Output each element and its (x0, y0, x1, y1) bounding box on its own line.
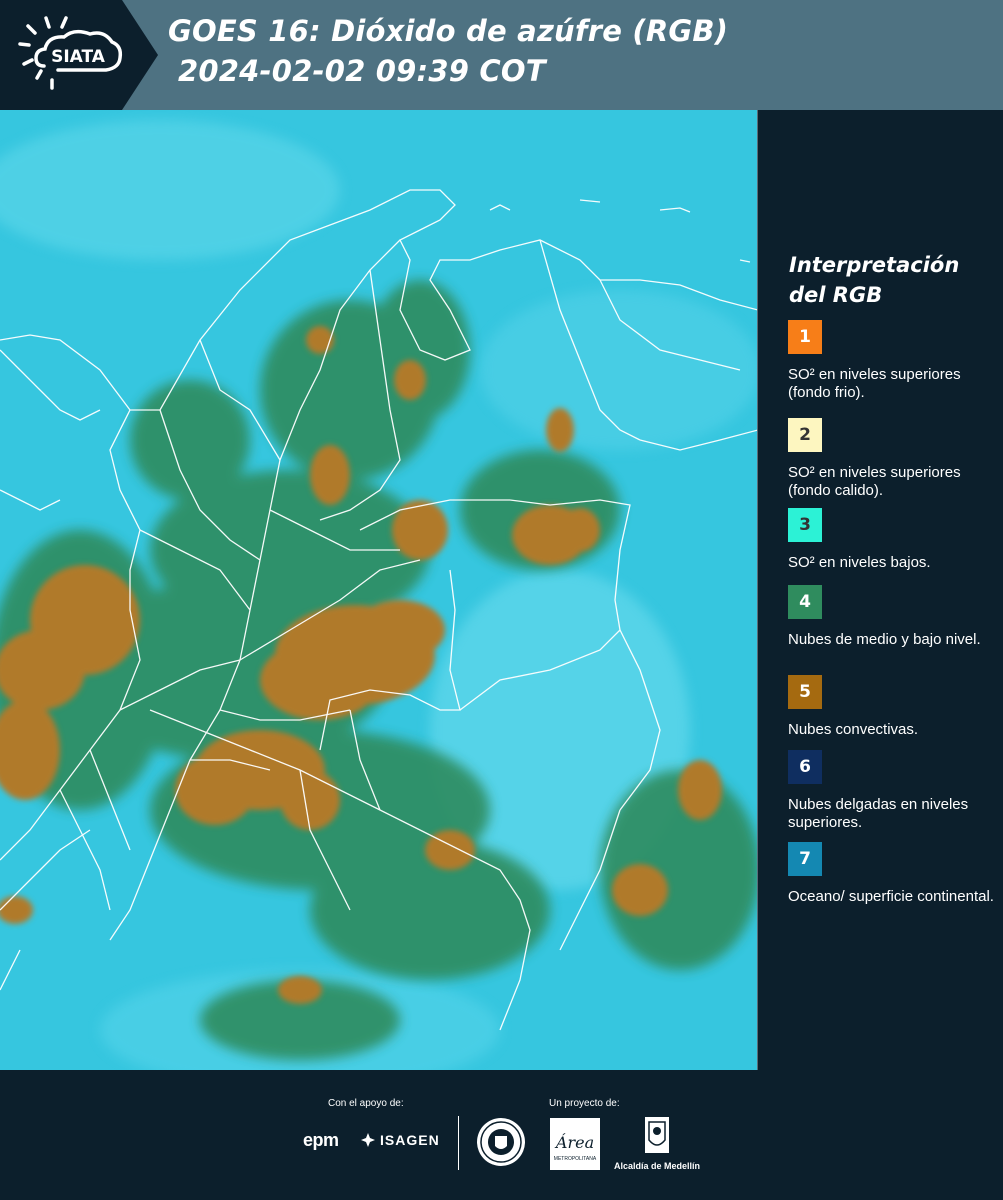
legend-swatch-6: 6 (788, 750, 822, 784)
medellin-text: Alcaldía de Medellín (613, 1161, 701, 1171)
legend-swatch-2: 2 (788, 418, 822, 452)
university-seal-icon (477, 1118, 525, 1166)
legend-item-4: 4 Nubes de medio y bajo nivel. (788, 585, 998, 667)
area-text: Área (554, 1132, 594, 1152)
logo-text: SIATA (51, 47, 106, 67)
satellite-map (0, 110, 758, 1070)
legend-swatch-4: 4 (788, 585, 822, 619)
epm-logo: epm (303, 1130, 339, 1150)
legend-swatch-7: 7 (788, 842, 822, 876)
header: SIATA GOES 16: Dióxido de azúfre (RGB) 2… (0, 0, 1003, 110)
isagen-logo: ISAGEN (360, 1132, 440, 1148)
footer-divider (458, 1116, 459, 1170)
legend-panel: Interpretación del RGB 1 SO² en niveles … (760, 110, 1003, 1070)
legend-swatch-5: 5 (788, 675, 822, 709)
legend-title: Interpretación del RGB (789, 253, 960, 307)
legend-swatch-3: 3 (788, 508, 822, 542)
legend-label-2: SO² en niveles superiores (fondo calido)… (788, 464, 961, 499)
isagen-text: ISAGEN (380, 1132, 440, 1148)
legend-label-1: SO² en niveles superiores (fondo frio). (788, 366, 961, 401)
legend-label-7: Oceano/ superficie continental. (788, 888, 994, 905)
legend-item-5: 5 Nubes convectivas. (788, 675, 998, 757)
legend-label-4: Nubes de medio y bajo nivel. (788, 631, 981, 648)
siata-logo: SIATA (0, 0, 158, 110)
page-title: GOES 16: Dióxido de azúfre (RGB) (168, 14, 729, 48)
legend-item-1: 1 SO² en niveles superiores (fondo frio)… (788, 320, 998, 402)
legend-item-3: 3 SO² en niveles bajos. (788, 508, 998, 590)
legend-label-6: Nubes delgadas en niveles superiores. (788, 796, 969, 831)
legend-swatch-1: 1 (788, 320, 822, 354)
project-label: Un proyecto de: (549, 1098, 620, 1109)
area-metropolitana-logo: Área METROPOLITANA (550, 1118, 600, 1170)
page-timestamp: 2024-02-02 09:39 COT (178, 54, 546, 88)
legend-item-2: 2 SO² en niveles superiores (fondo calid… (788, 418, 998, 510)
satellite-image (0, 110, 757, 1070)
legend-item-7: 7 Oceano/ superficie continental. (788, 842, 998, 924)
isagen-icon (361, 1133, 375, 1147)
area-subtext: METROPOLITANA (554, 1156, 597, 1162)
coat-of-arms-icon (645, 1117, 669, 1153)
alcaldia-medellin-logo: Alcaldía de Medellín (612, 1116, 702, 1171)
sponsor-label: Con el apoyo de: (328, 1098, 404, 1109)
footer: Con el apoyo de: Un proyecto de: epm ISA… (0, 1070, 1003, 1200)
legend-item-6: 6 Nubes delgadas en niveles superiores. (788, 750, 998, 832)
